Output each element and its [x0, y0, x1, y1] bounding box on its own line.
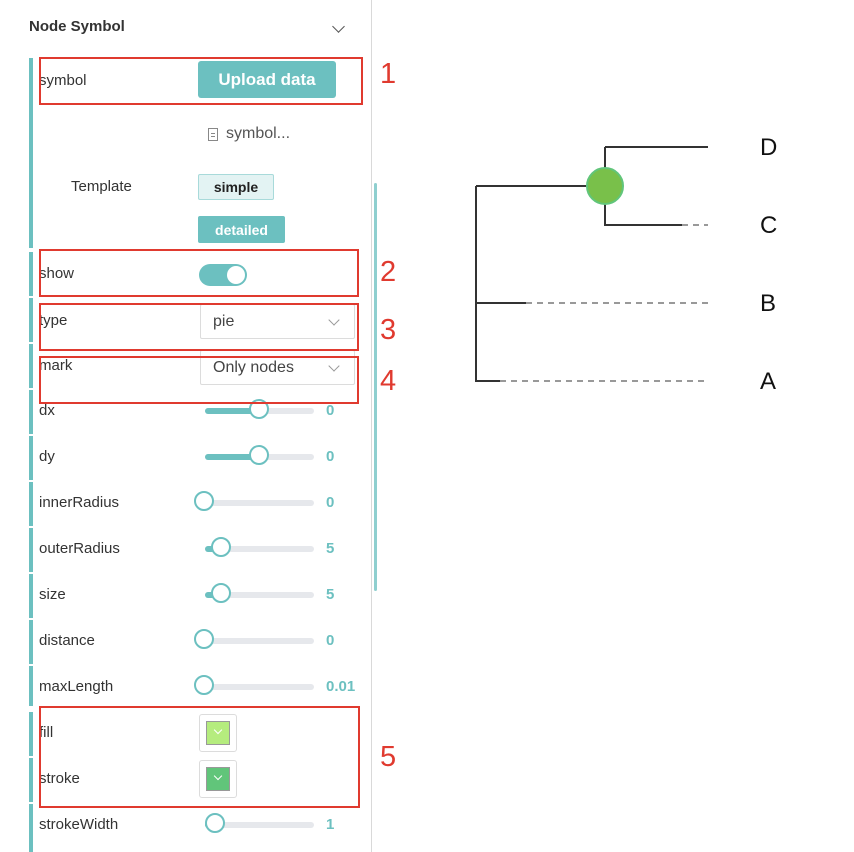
tree-preview [475, 146, 708, 382]
size-value: 5 [326, 586, 335, 603]
template-label: Template [71, 178, 132, 195]
leaf-label-c: C [760, 212, 778, 239]
strokewidth-label: strokeWidth [39, 816, 119, 833]
strokewidth-slider[interactable] [204, 813, 314, 833]
group-bar-dx [29, 390, 33, 434]
dy-label: dy [39, 448, 55, 465]
dx-slider[interactable] [205, 399, 314, 419]
slider-thumb[interactable] [211, 537, 232, 557]
innerradius-slider[interactable] [194, 491, 314, 511]
group-bar-mark [29, 344, 33, 388]
group-bar-fill [29, 712, 33, 756]
group-bar-stroke [29, 758, 33, 802]
file-icon [208, 127, 218, 141]
size-slider[interactable] [205, 583, 314, 603]
group-bar-size [29, 574, 33, 618]
dy-value: 0 [326, 448, 335, 465]
template-detailed-button[interactable]: detailed [198, 216, 285, 243]
annotation-box-1 [39, 57, 363, 105]
panel-divider [371, 0, 372, 852]
annotation-number-5: 5 [380, 741, 397, 773]
annotation-box-2 [39, 249, 359, 297]
leaf-label-d: D [760, 134, 778, 161]
annotation-number-1: 1 [380, 58, 397, 90]
outerradius-slider[interactable] [205, 537, 314, 557]
node-symbol[interactable] [586, 167, 624, 205]
template-simple-button[interactable]: simple [198, 174, 274, 200]
slider-thumb[interactable] [248, 445, 269, 465]
maxlength-slider[interactable] [194, 675, 314, 695]
slider-thumb[interactable] [211, 583, 232, 603]
slider-thumb[interactable] [194, 629, 214, 649]
chevron-down-icon[interactable] [332, 20, 345, 33]
group-bar-dy [29, 436, 33, 480]
group-bar-maxlength [29, 666, 33, 706]
dx-value: 0 [326, 402, 335, 419]
group-bar-distance [29, 620, 33, 664]
distance-value: 0 [326, 632, 335, 649]
dx-label: dx [39, 402, 55, 419]
scrollbar[interactable] [374, 183, 377, 591]
distance-label: distance [39, 632, 95, 649]
annotation-box-3 [39, 303, 359, 351]
outerradius-value: 5 [326, 540, 335, 557]
outerradius-label: outerRadius [39, 540, 120, 557]
annotation-box-5 [39, 706, 360, 808]
annotation-number-3: 3 [380, 314, 397, 346]
file-name: symbol... [226, 125, 291, 142]
maxlength-value: 0.01 [326, 678, 356, 695]
strokewidth-value: 1 [326, 816, 335, 833]
leaf-label-b: B [760, 290, 777, 317]
dy-slider[interactable] [205, 445, 314, 465]
uploaded-file[interactable]: symbol... [208, 125, 290, 143]
section-title: Node Symbol [29, 18, 125, 35]
annotation-box-4 [39, 356, 359, 404]
slider-thumb[interactable] [204, 813, 225, 833]
slider-thumb[interactable] [194, 675, 214, 695]
annotation-number-4: 4 [380, 365, 397, 397]
innerradius-value: 0 [326, 494, 335, 511]
leaf-label-a: A [760, 368, 777, 395]
group-bar-strokewidth [29, 804, 33, 852]
slider-thumb[interactable] [194, 491, 214, 511]
annotation-number-2: 2 [380, 256, 397, 288]
group-bar-symbol [29, 58, 33, 248]
size-label: size [39, 586, 66, 603]
innerradius-label: innerRadius [39, 494, 120, 511]
branch-a [475, 186, 500, 382]
group-bar-innerradius [29, 482, 33, 526]
group-bar-outerradius [29, 528, 33, 572]
distance-slider[interactable] [194, 629, 314, 649]
group-bar-show [29, 252, 33, 296]
group-bar-type [29, 298, 33, 342]
maxlength-label: maxLength [39, 678, 114, 695]
